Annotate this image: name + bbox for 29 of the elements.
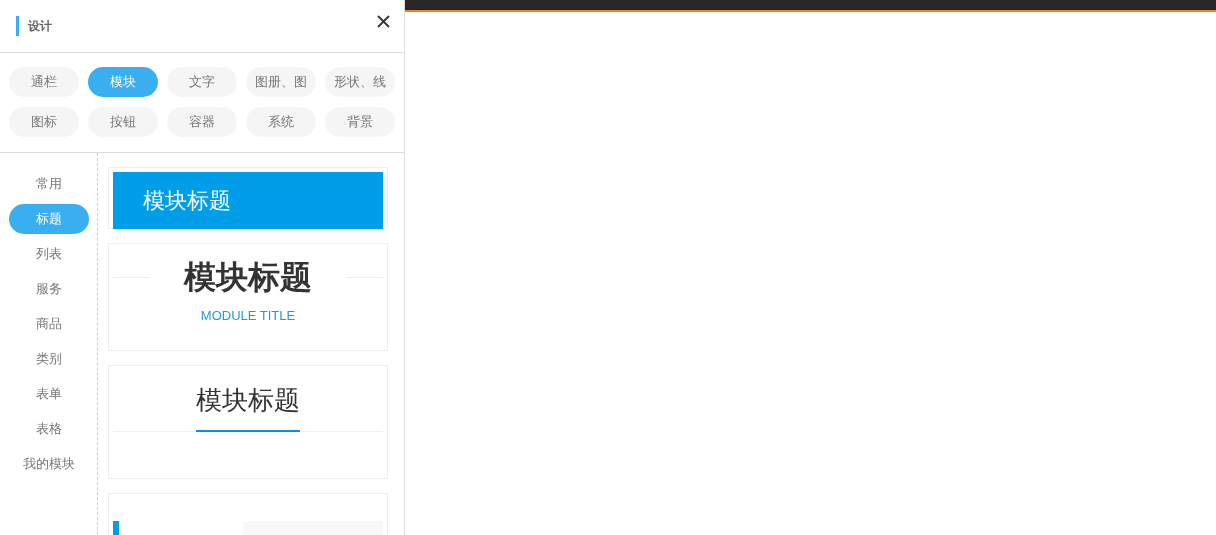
template-card[interactable]: 模块标题 MODULE TITLE: [108, 243, 388, 351]
category-chip[interactable]: 图标: [9, 107, 79, 137]
template-card[interactable]: 模块标题: [108, 365, 388, 479]
accent-bar: [16, 16, 19, 36]
sidebar-item[interactable]: 列表: [8, 239, 89, 269]
category-chip[interactable]: 背景: [325, 107, 395, 137]
sidebar-item[interactable]: 常用: [8, 169, 89, 199]
panel-title: 设计: [28, 18, 52, 35]
category-chip[interactable]: 通栏: [9, 67, 79, 97]
sidebar-item[interactable]: 表格: [8, 414, 89, 444]
sidebar-item[interactable]: 服务: [8, 274, 89, 304]
category-chip[interactable]: 系统: [246, 107, 316, 137]
module-title: 模块标题: [182, 258, 313, 297]
sidebar-item[interactable]: 类别: [8, 344, 89, 374]
template-card[interactable]: 模块标题: [108, 167, 388, 229]
sidebar-item[interactable]: 表单: [8, 379, 89, 409]
sidebar-item[interactable]: 商品: [8, 309, 89, 339]
category-chip[interactable]: 形状、线: [325, 67, 395, 97]
sidebar-item[interactable]: 标题: [8, 204, 89, 234]
category-chip[interactable]: 图册、图: [246, 67, 316, 97]
close-icon[interactable]: [377, 14, 390, 28]
banner-title: 模块标题: [143, 187, 231, 215]
category-chip[interactable]: 按钮: [88, 107, 158, 137]
category-chip[interactable]: 文字: [167, 67, 237, 97]
module-title: 模块标题: [196, 384, 300, 417]
module-subtitle: MODULE TITLE: [200, 307, 296, 325]
sidebar-item[interactable]: 我的模块: [8, 449, 89, 479]
category-chip[interactable]: 模块: [88, 67, 158, 97]
category-chip[interactable]: 容器: [167, 107, 237, 137]
